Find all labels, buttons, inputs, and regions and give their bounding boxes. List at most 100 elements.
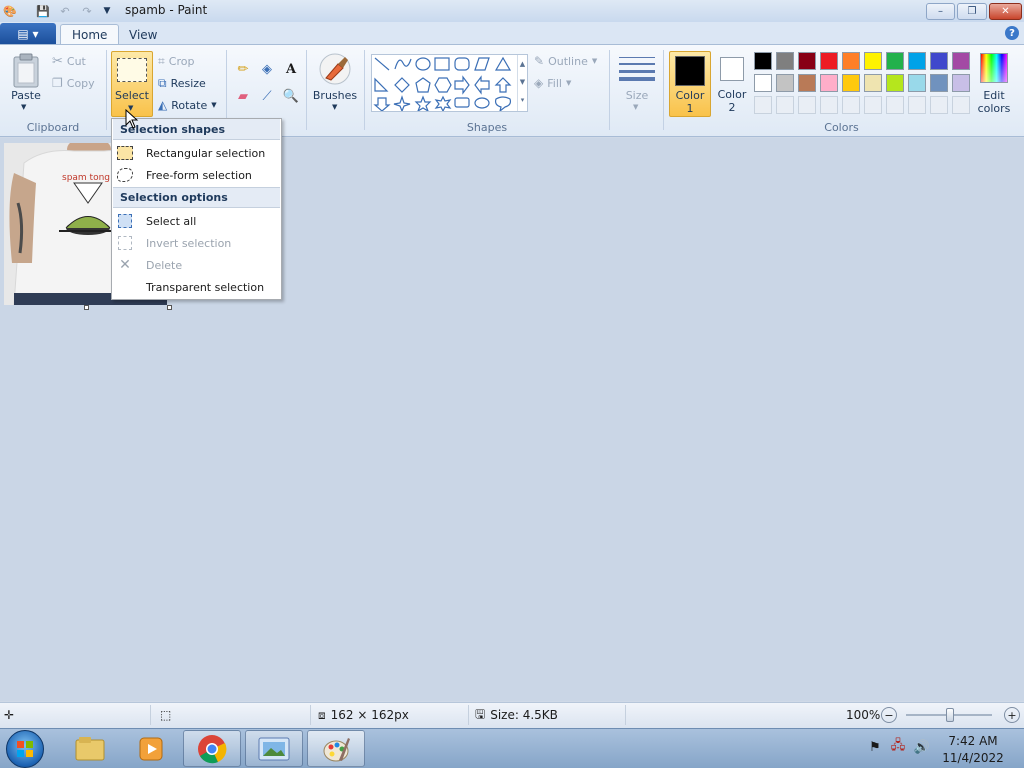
palette-empty-slot[interactable] (864, 96, 882, 114)
palette-empty-slot[interactable] (776, 96, 794, 114)
taskbar-chrome[interactable] (183, 730, 241, 767)
palette-color-swatch[interactable] (864, 74, 882, 92)
palette-color-swatch[interactable] (930, 52, 948, 70)
palette-color-swatch[interactable] (930, 74, 948, 92)
edit-colors-label-line1[interactable]: Edit (972, 89, 1016, 102)
color2-button[interactable]: Color 2 (712, 51, 752, 117)
paste-dropdown-icon[interactable]: ▼ (21, 103, 26, 111)
status-divider (468, 705, 469, 725)
fill-button[interactable]: ◈ Fill ▼ (534, 73, 571, 93)
palette-empty-slot[interactable] (886, 96, 904, 114)
size-label[interactable]: Size (616, 89, 658, 102)
network-icon[interactable]: 🖧 (889, 736, 907, 758)
customize-qat-icon[interactable]: ▼ (99, 3, 115, 19)
zoom-slider-thumb[interactable] (946, 708, 954, 722)
palette-color-swatch[interactable] (952, 52, 970, 70)
image-dimensions-text: 162 × 162px (330, 708, 409, 722)
outline-button[interactable]: ✎ Outline ▼ (534, 51, 597, 71)
palette-color-swatch[interactable] (886, 52, 904, 70)
resize-handle-corner[interactable] (167, 305, 172, 310)
redo-icon[interactable]: ↷ (79, 3, 95, 19)
copy-button[interactable]: ❐ Copy (52, 73, 95, 93)
maximize-button[interactable]: ❐ (957, 3, 987, 20)
palette-color-swatch[interactable] (798, 74, 816, 92)
fill-bucket-icon[interactable]: ◈ (257, 59, 277, 79)
edit-colors-label-line2[interactable]: colors (972, 102, 1016, 115)
undo-icon[interactable]: ↶ (57, 3, 73, 19)
taskbar-explorer[interactable] (61, 730, 119, 767)
minimize-button[interactable]: – (926, 3, 955, 20)
start-button[interactable] (6, 730, 44, 768)
palette-color-swatch[interactable] (864, 52, 882, 70)
action-center-icon[interactable]: ⚑ (866, 736, 884, 758)
palette-color-swatch[interactable] (842, 74, 860, 92)
text-tool-icon[interactable]: A (281, 59, 301, 79)
color-picker-icon[interactable]: ⟋ (257, 86, 277, 106)
palette-color-swatch[interactable] (908, 52, 926, 70)
palette-color-swatch[interactable] (820, 74, 838, 92)
volume-icon[interactable]: 🔊 (913, 736, 931, 758)
palette-empty-slot[interactable] (798, 96, 816, 114)
shapes-gallery[interactable]: ▲ ▼ ▾ (371, 54, 528, 113)
system-clock[interactable]: 7:42 AM 11/4/2022 (930, 733, 1016, 767)
taskbar-paint[interactable] (307, 730, 365, 767)
brushes-button[interactable] (318, 52, 352, 86)
palette-color-swatch[interactable] (908, 74, 926, 92)
paste-button[interactable] (10, 53, 42, 89)
transparent-selection-item[interactable]: Transparent selection (113, 276, 280, 298)
paint-menu-button[interactable]: ▤ ▾ (0, 23, 56, 44)
delete-item[interactable]: ✕ Delete (113, 254, 280, 276)
palette-color-swatch[interactable] (842, 52, 860, 70)
eraser-icon[interactable]: ▰ (233, 86, 253, 106)
help-icon[interactable]: ? (1005, 26, 1019, 40)
tab-view[interactable]: View (118, 24, 168, 45)
size-dropdown-icon[interactable]: ▼ (633, 103, 638, 111)
palette-empty-slot[interactable] (908, 96, 926, 114)
crop-button[interactable]: ⌗ Crop (158, 51, 194, 71)
taskbar-media-player[interactable] (122, 730, 180, 767)
palette-empty-slot[interactable] (754, 96, 772, 114)
freeform-selection-item[interactable]: Free-form selection (113, 164, 280, 186)
palette-color-swatch[interactable] (820, 52, 838, 70)
close-button[interactable]: ✕ (989, 3, 1022, 20)
rotate-button[interactable]: ◭ Rotate ▼ (158, 95, 217, 115)
zoom-out-button[interactable]: − (881, 707, 897, 723)
palette-empty-slot[interactable] (930, 96, 948, 114)
mouse-cursor-icon (125, 109, 139, 129)
cut-button[interactable]: ✂ Cut (52, 51, 86, 71)
palette-color-swatch[interactable] (754, 52, 772, 70)
paint-app-icon[interactable]: 🎨 (2, 3, 18, 19)
palette-color-swatch[interactable] (776, 74, 794, 92)
palette-color-swatch[interactable] (952, 74, 970, 92)
paste-label[interactable]: Paste (8, 89, 44, 102)
color2-label-line1: Color (717, 88, 747, 101)
palette-color-swatch[interactable] (798, 52, 816, 70)
scissors-icon: ✂ (52, 53, 63, 69)
resize-handle-bottom[interactable] (84, 305, 89, 310)
size-lines-icon[interactable] (619, 55, 655, 83)
select-button[interactable]: Select ▼ (111, 51, 153, 117)
zoom-in-button[interactable]: + (1004, 707, 1020, 723)
group-divider (364, 50, 365, 130)
resize-button[interactable]: ⧉ Resize (158, 73, 206, 93)
rectangular-selection-item[interactable]: Rectangular selection (113, 142, 280, 164)
palette-empty-slot[interactable] (842, 96, 860, 114)
palette-color-swatch[interactable] (886, 74, 904, 92)
edit-colors-icon[interactable] (980, 53, 1008, 83)
color1-button[interactable]: Color 1 (669, 51, 711, 117)
save-icon[interactable]: 💾 (35, 3, 51, 19)
invert-selection-item[interactable]: Invert selection (113, 232, 280, 254)
palette-color-swatch[interactable] (754, 74, 772, 92)
palette-empty-slot[interactable] (820, 96, 838, 114)
pencil-icon[interactable]: ✏ (233, 59, 253, 79)
brushes-dropdown-icon[interactable]: ▼ (332, 103, 337, 111)
status-divider (625, 705, 626, 725)
taskbar-photo-viewer[interactable] (245, 730, 303, 767)
shapes-scroll[interactable]: ▲ ▼ ▾ (517, 55, 527, 111)
palette-empty-slot[interactable] (952, 96, 970, 114)
brushes-label[interactable]: Brushes (312, 89, 358, 102)
select-all-item[interactable]: Select all (113, 210, 280, 232)
palette-color-swatch[interactable] (776, 52, 794, 70)
tab-home[interactable]: Home (60, 24, 120, 45)
magnifier-icon[interactable]: 🔍 (281, 86, 301, 106)
